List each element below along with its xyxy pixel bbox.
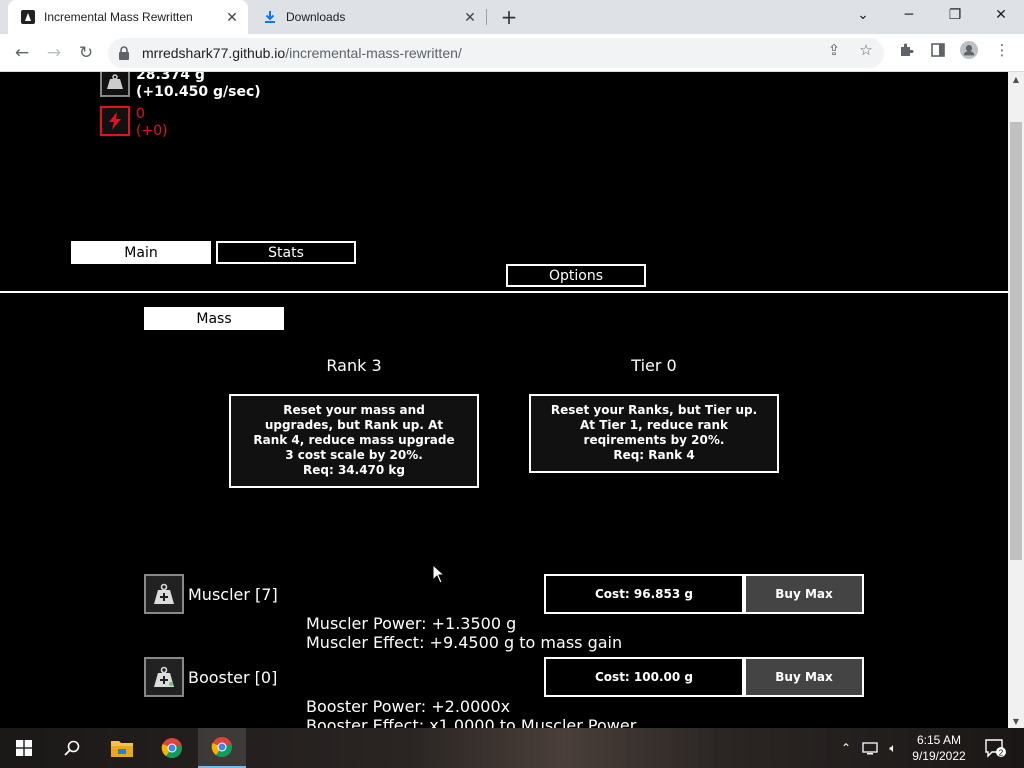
url-host: mrredshark77.github.io xyxy=(142,45,286,61)
mouse-cursor-icon xyxy=(432,564,446,584)
tab-divider xyxy=(486,9,487,25)
muscler-weight-icon xyxy=(144,574,184,614)
rank-requirement: Req: 34.470 kg xyxy=(303,463,405,477)
close-window-button[interactable]: ✕ xyxy=(978,0,1024,30)
tab-title: Downloads xyxy=(286,10,346,24)
share-icon[interactable]: ⇪ xyxy=(825,41,843,59)
close-tab-icon[interactable]: ✕ xyxy=(222,7,242,27)
scroll-up-arrow-icon[interactable]: ▲ xyxy=(1008,72,1024,86)
browser-toolbar: ← → ↻ mrredshark77.github.io/incremental… xyxy=(0,34,1024,72)
muscler-name: Muscler [7] xyxy=(188,585,278,604)
chrome-icon[interactable] xyxy=(148,728,196,768)
mass-amount: 28.374 g (+10.450 g/sec) xyxy=(136,72,261,101)
rank-title: Rank 3 xyxy=(326,356,382,375)
mass-weight-icon xyxy=(100,72,130,97)
mass-value: 28.374 g xyxy=(136,72,205,83)
forward-arrow-icon[interactable]: → xyxy=(42,41,66,65)
tab-title: Incremental Mass Rewritten xyxy=(44,10,193,24)
extensions-puzzle-icon[interactable] xyxy=(897,41,915,59)
chrome-active-window-icon[interactable] xyxy=(198,728,246,768)
windows-start-icon[interactable] xyxy=(0,728,48,768)
file-explorer-icon[interactable] xyxy=(98,728,146,768)
tab-incremental-mass[interactable]: Incremental Mass Rewritten ✕ xyxy=(8,0,248,34)
bookmark-star-icon[interactable]: ☆ xyxy=(857,41,875,59)
url-path: /incremental-mass-rewritten/ xyxy=(285,45,462,61)
muscler-power: Muscler Power: +1.3500 g xyxy=(306,614,517,633)
booster-power: Booster Power: +2.0000x xyxy=(306,697,511,716)
muscler-buy-max-button[interactable]: Buy Max xyxy=(744,574,864,614)
restore-button[interactable]: ❐ xyxy=(932,0,978,30)
address-bar[interactable]: mrredshark77.github.io/incremental-mass-… xyxy=(108,38,884,68)
notifications-icon[interactable]: 2 xyxy=(980,728,1010,768)
booster-buy-button[interactable]: Cost: 100.00 g xyxy=(544,657,744,697)
muscler-effect: Muscler Effect: +9.4500 g to mass gain xyxy=(306,633,623,652)
reload-icon[interactable]: ↻ xyxy=(74,41,98,65)
rage-power-icon xyxy=(100,106,130,136)
menu-kebab-icon[interactable]: ⋮ xyxy=(993,41,1011,59)
tab-downloads[interactable]: Downloads ✕ xyxy=(250,0,486,34)
notification-count: 2 xyxy=(999,749,1004,758)
back-arrow-icon[interactable]: ← xyxy=(10,41,34,65)
mass-rate: (+10.450 g/sec) xyxy=(136,84,261,100)
clock-time: 6:15 AM xyxy=(916,733,962,747)
muscler-buy-button[interactable]: Cost: 96.853 g xyxy=(544,574,744,614)
tier-requirement: Req: Rank 4 xyxy=(613,448,695,462)
booster-buy-max-button[interactable]: Buy Max xyxy=(744,657,864,697)
tray-chevron-up-icon[interactable]: ⌃ xyxy=(836,728,856,768)
tier-description: Reset your Ranks, but Tier up. At Tier 1… xyxy=(550,403,758,447)
menu-divider xyxy=(0,291,1008,293)
browser-tab-strip: Incremental Mass Rewritten ✕ Downloads ✕… xyxy=(0,0,1024,34)
windows-taskbar: ⌃ 🔈︎ 6:15 AM 9/19/2022 2 xyxy=(0,728,1024,768)
tab-mass[interactable]: Mass xyxy=(144,307,284,330)
network-icon[interactable] xyxy=(858,728,882,768)
volume-icon[interactable]: 🔈︎ xyxy=(882,728,904,768)
url-text: mrredshark77.github.io/incremental-mass-… xyxy=(142,45,462,61)
side-panel-icon[interactable] xyxy=(929,41,947,59)
rank-description: Reset your mass and upgrades, but Rank u… xyxy=(253,403,455,462)
scrollbar-thumb[interactable] xyxy=(1010,122,1022,560)
profile-avatar-icon[interactable] xyxy=(960,41,978,59)
rage-rate: (+0) xyxy=(136,123,168,139)
rank-reset-button[interactable]: Reset your mass and upgrades, but Rank u… xyxy=(229,394,479,488)
booster-name: Booster [0] xyxy=(188,668,278,687)
tab-stats[interactable]: Stats xyxy=(216,241,356,264)
booster-effect: Booster Effect: x1.0000 to Muscler Power xyxy=(306,716,637,728)
tier-reset-button[interactable]: Reset your Ranks, but Tier up. At Tier 1… xyxy=(529,394,779,473)
booster-weight-icon xyxy=(144,657,184,697)
new-tab-button[interactable]: + xyxy=(498,5,520,29)
tab-options[interactable]: Options xyxy=(506,264,646,287)
site-favicon-icon xyxy=(20,9,36,25)
search-icon[interactable] xyxy=(48,728,96,768)
system-clock[interactable]: 6:15 AM 9/19/2022 xyxy=(904,732,974,764)
tier-title: Tier 0 xyxy=(631,356,677,375)
rage-amount: 0 (+0) xyxy=(136,106,168,140)
rage-value: 0 xyxy=(136,106,145,122)
scroll-down-arrow-icon[interactable]: ▼ xyxy=(1008,714,1024,728)
page-content: 28.374 g (+10.450 g/sec) 0 (+0) Main Sta… xyxy=(0,72,1008,728)
page-scrollbar[interactable]: ▲ ▼ xyxy=(1008,72,1024,728)
tab-main[interactable]: Main xyxy=(71,241,211,264)
tab-search-chevron-icon[interactable]: ⌄ xyxy=(840,0,886,30)
lock-icon[interactable] xyxy=(118,46,134,60)
minimize-button[interactable]: ─ xyxy=(886,0,932,30)
clock-date: 9/19/2022 xyxy=(912,749,966,763)
close-tab-icon[interactable]: ✕ xyxy=(460,7,480,27)
download-icon xyxy=(262,9,278,25)
